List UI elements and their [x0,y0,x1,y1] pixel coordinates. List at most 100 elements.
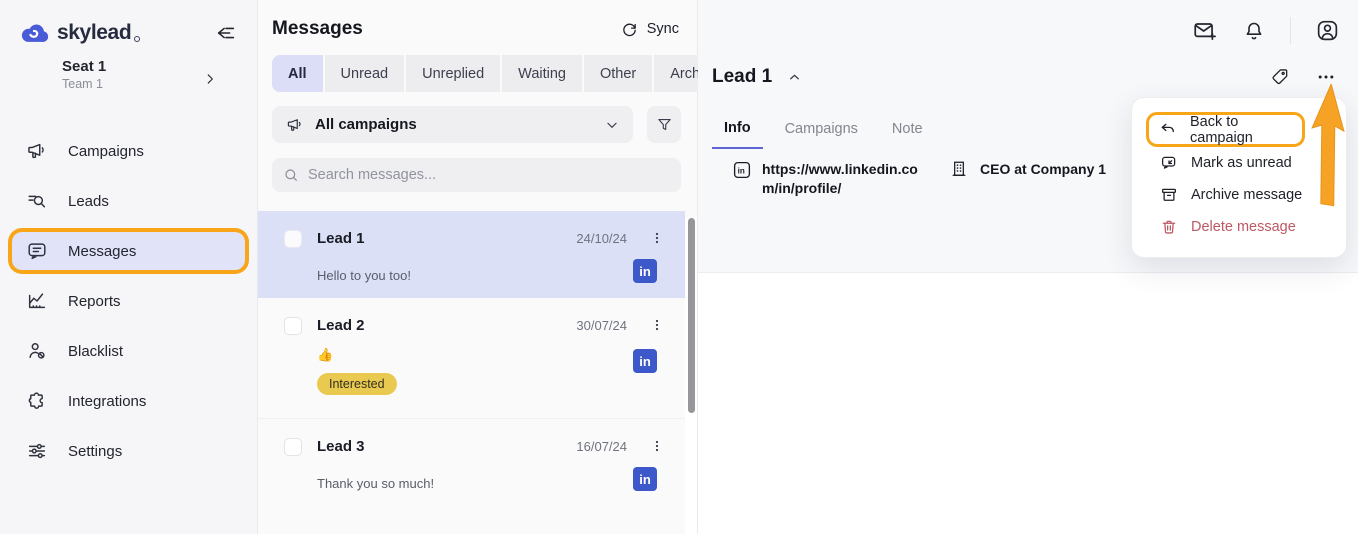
megaphone-icon [286,116,304,134]
thread-date: 30/07/24 [576,318,627,333]
collapse-sidebar-button[interactable] [215,22,237,44]
puzzle-icon [26,390,48,412]
search-messages-input[interactable] [308,167,670,183]
thread-checkbox[interactable] [284,438,302,456]
thread-kebab-menu-icon[interactable] [647,315,667,335]
megaphone-icon [26,140,48,162]
tab-all[interactable]: All [272,55,323,92]
sidebar-item-settings[interactable]: Settings [0,426,257,476]
sidebar-item-messages[interactable]: Messages [12,232,245,270]
lead-name-title: Lead 1 [712,66,772,88]
account-button[interactable] [1315,18,1340,43]
menu-item-label: Mark as unread [1191,155,1292,171]
sync-label: Sync [647,21,679,37]
sidebar-item-campaigns[interactable]: Campaigns [0,126,257,176]
scrollbar-track [685,218,697,534]
funnel-icon [656,116,673,133]
sync-button[interactable]: Sync [621,21,679,38]
more-options-button[interactable] [1316,67,1336,87]
lead-detail-panel: Lead 1 [698,0,1358,534]
thread-row-lead-2[interactable]: Lead 2 30/07/24 👍 Interested in [258,298,685,418]
chevron-down-icon [605,118,619,132]
lead-info-row: in https://www.linkedin.com/in/profile/ [733,160,1106,199]
campaign-filter-value: All campaigns [315,116,594,133]
scrollbar-thumb[interactable] [688,218,695,413]
sidebar-item-leads[interactable]: Leads [0,176,257,226]
undo-arrow-icon [1159,121,1177,139]
thread-row-lead-1[interactable]: Lead 1 24/10/24 Hello to you too! in [258,211,685,298]
thread-name: Lead 1 [317,230,576,247]
logo: skylead [20,16,237,50]
svg-text:in: in [738,167,745,176]
menu-item-archive-message[interactable]: Archive message [1132,179,1346,211]
tab-campaigns[interactable]: Campaigns [773,120,870,149]
thread-preview: 👍 [317,347,333,362]
tab-unreplied[interactable]: Unreplied [406,55,500,92]
tab-unread[interactable]: Unread [325,55,405,92]
sidebar: skylead Seat 1 Team 1 [0,0,258,534]
sliders-icon [26,440,48,462]
thread-preview: Hello to you too! [317,268,411,283]
messages-panel: Messages Sync All Unread Unreplied Waiti… [258,0,698,534]
sidebar-item-blacklist[interactable]: Blacklist [0,326,257,376]
thread-row-lead-3[interactable]: Lead 3 16/07/24 Thank you so much! in [258,418,685,506]
interested-tag-badge: Interested [317,373,397,395]
lead-linkedin-url[interactable]: https://www.linkedin.com/in/profile/ [762,160,922,199]
chart-icon [26,290,48,312]
skylead-app: skylead Seat 1 Team 1 [0,0,1358,534]
linkedin-badge-icon: in [633,349,657,373]
campaign-filter-dropdown[interactable]: All campaigns [272,106,633,143]
logo-dot [134,36,140,42]
top-bar [1192,17,1340,44]
search-messages-box [272,158,681,192]
mail-plus-icon [1192,18,1218,44]
sidebar-item-label: Messages [68,243,136,260]
sidebar-item-reports[interactable]: Reports [0,276,257,326]
collapse-lead-details-button[interactable] [787,70,802,85]
compose-mail-button[interactable] [1192,18,1218,44]
thread-kebab-menu-icon[interactable] [647,228,667,248]
skylead-cloud-logo-icon [20,21,50,45]
bell-icon [1242,19,1266,43]
thread-checkbox[interactable] [284,230,302,248]
ellipsis-icon [1316,67,1336,87]
filter-button[interactable] [647,106,681,143]
user-icon [1315,18,1340,43]
menu-item-delete-message[interactable]: Delete message [1132,211,1346,243]
lead-occupation: CEO at Company 1 [980,161,1106,177]
tag-lead-button[interactable] [1270,67,1290,87]
menu-item-back-to-campaign[interactable]: Back to campaign [1146,112,1305,147]
linkedin-badge-icon: in [633,467,657,491]
chat-bubble-icon [26,240,48,262]
thread-name: Lead 2 [317,317,576,334]
menu-item-label: Archive message [1191,187,1302,203]
thread-preview: Thank you so much! [317,476,434,491]
thread-kebab-menu-icon[interactable] [647,436,667,456]
tab-info[interactable]: Info [712,120,763,149]
notifications-button[interactable] [1242,19,1266,43]
linkedin-badge-icon: in [633,259,657,283]
message-filter-tabs: All Unread Unreplied Waiting Other Archi… [272,55,681,92]
sidebar-item-label: Campaigns [68,143,144,160]
chevron-up-icon [787,70,802,85]
tab-note[interactable]: Note [880,120,935,149]
archive-icon [1160,186,1178,204]
sidebar-item-label: Reports [68,293,121,310]
menu-item-mark-as-unread[interactable]: Mark as unread [1132,147,1346,179]
collapse-sidebar-icon [215,22,237,44]
sidebar-item-integrations[interactable]: Integrations [0,376,257,426]
thread-list: Lead 1 24/10/24 Hello to you too! in [258,211,685,506]
lead-detail-tabs: Info Campaigns Note [712,120,945,149]
tab-waiting[interactable]: Waiting [502,55,582,92]
company-building-icon [950,160,968,178]
tag-icon [1270,67,1290,87]
search-icon [283,167,299,183]
tab-other[interactable]: Other [584,55,652,92]
chat-unread-icon [1160,154,1178,172]
seat-selector[interactable]: Seat 1 Team 1 [62,58,241,91]
thread-checkbox[interactable] [284,317,302,335]
sidebar-nav: Campaigns Leads [0,126,257,476]
sync-icon [621,21,638,38]
sidebar-item-label: Leads [68,193,109,210]
user-block-icon [26,340,48,362]
